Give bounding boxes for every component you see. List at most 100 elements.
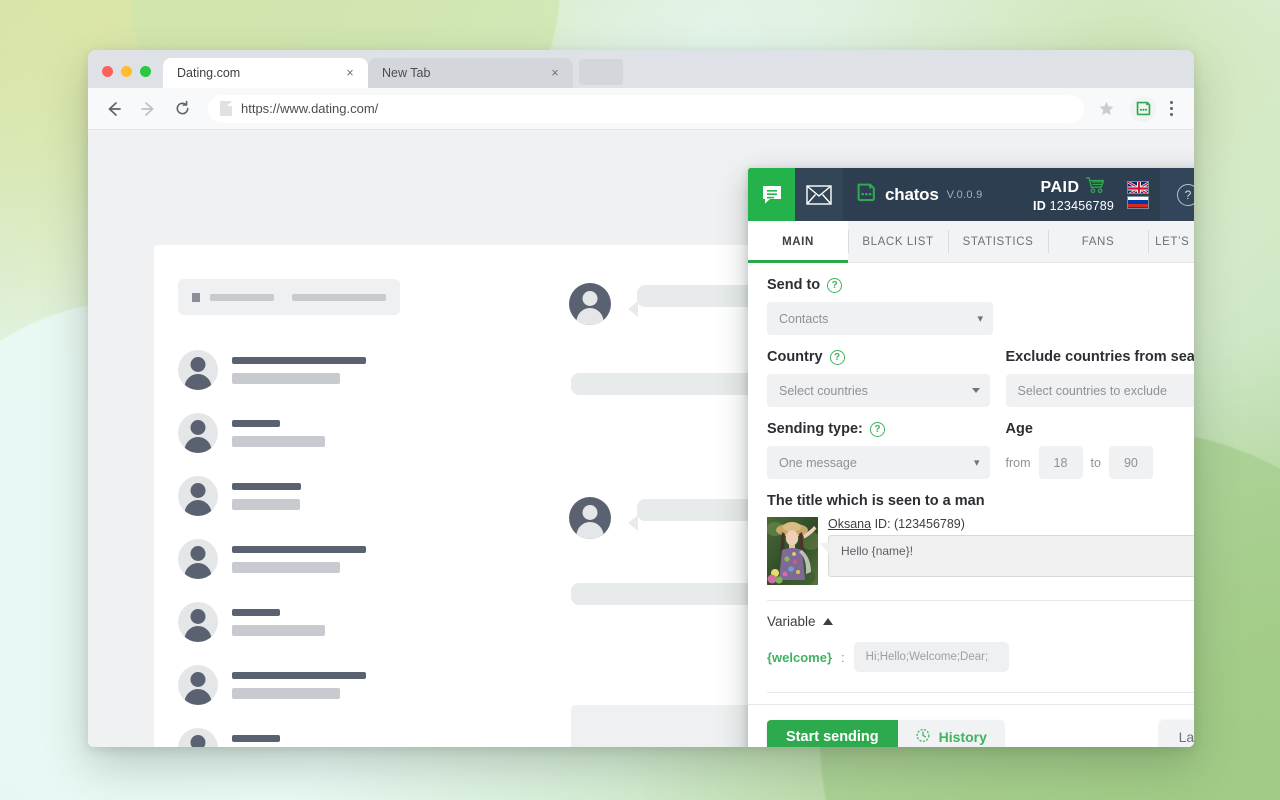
browser-tab-strip: Dating.com × New Tab ×	[88, 50, 1194, 88]
maximize-window-button[interactable]	[140, 66, 151, 77]
help-icon[interactable]: ?	[869, 421, 885, 437]
lady-button[interactable]: Lady	[1159, 720, 1194, 747]
sending-type-label-text: Sending type:	[767, 421, 863, 437]
list-item[interactable]	[178, 476, 301, 516]
reload-button[interactable]	[168, 95, 196, 123]
divider	[767, 600, 1194, 601]
triangle-up-icon	[822, 618, 833, 625]
chat-bubble-outgoing	[571, 373, 780, 439]
list-item[interactable]	[178, 539, 366, 579]
help-icon[interactable]: ?	[1177, 183, 1194, 206]
chatos-extension-panel: chatos V.0.0.9 PAID ID 123456789 ? MAIN …	[748, 168, 1194, 747]
list-item[interactable]	[178, 350, 366, 390]
back-button[interactable]	[100, 95, 128, 123]
chatos-extension-icon[interactable]	[1130, 95, 1156, 122]
chevron-down-icon: ▾	[977, 313, 983, 325]
shopping-cart-icon[interactable]	[1085, 176, 1107, 199]
avatar	[178, 665, 218, 705]
profile-name-link[interactable]: Oksana	[828, 517, 871, 531]
panel-tabs: MAIN BLACK LIST STATISTICS FANS LET’S MI…	[748, 221, 1194, 263]
sending-type-label: Sending type: ?	[767, 421, 990, 437]
title-section-label: The title which is seen to a man	[767, 493, 985, 509]
address-bar[interactable]: https://www.dating.com/	[208, 94, 1084, 123]
exclude-countries-select[interactable]: Select countries to exclude	[1005, 374, 1194, 407]
country-label: Country ?	[767, 349, 990, 365]
browser-menu-icon[interactable]	[1160, 101, 1182, 116]
language-switcher[interactable]	[1118, 168, 1160, 221]
country-group: Country ? Select countries	[767, 349, 990, 407]
tab-statistics[interactable]: STATISTICS	[948, 221, 1048, 262]
variable-label: Variable	[767, 614, 816, 629]
browser-tab-label: New Tab	[382, 66, 431, 80]
chat-bubble-icon[interactable]	[748, 168, 795, 221]
list-item[interactable]	[178, 728, 297, 747]
brand-version: V.0.0.9	[946, 188, 983, 201]
age-from-input[interactable]: 18	[1038, 446, 1083, 479]
country-select[interactable]: Select countries	[767, 374, 990, 407]
chatos-logo-icon	[856, 182, 877, 208]
browser-tab-dating[interactable]: Dating.com ×	[163, 58, 368, 88]
avatar	[178, 413, 218, 453]
avatar	[569, 497, 611, 539]
variable-value-input[interactable]: Hi;Hello;Welcome;Dear;	[853, 642, 1009, 672]
paid-status[interactable]: PAID ID 123456789	[1033, 168, 1118, 221]
help-icon[interactable]: ?	[829, 349, 845, 365]
minimize-window-button[interactable]	[121, 66, 132, 77]
tab-fans[interactable]: FANS	[1048, 221, 1148, 262]
close-window-button[interactable]	[102, 66, 113, 77]
chevron-down-icon: ▾	[973, 457, 980, 469]
history-button[interactable]: History	[897, 720, 1004, 747]
tab-black-list[interactable]: BLACK LIST	[848, 221, 948, 262]
age-label: Age	[1005, 421, 1033, 437]
avatar	[178, 350, 218, 390]
tab-main[interactable]: MAIN	[748, 221, 848, 263]
forward-button[interactable]	[134, 95, 162, 123]
skeleton-search-bar[interactable]	[178, 279, 400, 315]
browser-tab-newtab[interactable]: New Tab ×	[368, 58, 573, 88]
send-to-select[interactable]: Contacts ▾	[767, 302, 993, 335]
browser-tab-label: Dating.com	[177, 66, 241, 80]
history-button-label: History	[938, 728, 987, 745]
country-label-text: Country	[767, 349, 823, 365]
age-to-label: to	[1090, 455, 1101, 470]
help-icon[interactable]: ?	[827, 277, 843, 293]
start-sending-button[interactable]: Start sending	[767, 720, 898, 747]
sending-type-value: One message	[779, 455, 857, 470]
bookmark-star-icon[interactable]	[1092, 95, 1120, 123]
message-textarea[interactable]: Hello {name}!	[819, 535, 1194, 577]
variable-separator: :	[841, 649, 845, 665]
panel-header: chatos V.0.0.9 PAID ID 123456789 ?	[748, 168, 1194, 221]
window-controls	[88, 66, 163, 88]
avatar	[178, 602, 218, 642]
toolbar-right-actions	[1092, 95, 1182, 123]
uk-flag-icon[interactable]	[1127, 180, 1149, 194]
lady-photo-avatar[interactable]	[767, 517, 818, 585]
age-group: Age from 18 to 90	[1006, 421, 1195, 479]
age-to-input[interactable]: 90	[1108, 446, 1153, 479]
divider	[767, 692, 1194, 693]
id-prefix: ID	[1033, 199, 1046, 213]
panel-brand: chatos V.0.0.9	[843, 168, 1033, 221]
skeleton-bar	[210, 293, 275, 301]
sending-type-select[interactable]: One message ▾	[767, 446, 990, 479]
caret-down-icon	[971, 388, 980, 393]
list-item[interactable]	[178, 413, 325, 453]
skeleton-bar	[292, 293, 386, 301]
new-tab-button[interactable]	[579, 59, 623, 85]
browser-toolbar: https://www.dating.com/	[88, 88, 1194, 130]
russia-flag-icon[interactable]	[1127, 195, 1149, 209]
avatar	[178, 476, 218, 516]
exclude-countries-group: Exclude countries from search Select cou…	[1005, 349, 1194, 407]
clock-icon	[915, 727, 931, 746]
tab-lets-mingle[interactable]: LET’S MINGLE	[1148, 221, 1194, 262]
panel-footer: Start sending History Lady	[748, 704, 1194, 747]
close-tab-icon[interactable]: ×	[547, 65, 563, 81]
envelope-icon[interactable]	[795, 168, 843, 221]
list-item[interactable]	[178, 602, 325, 642]
message-input-skeleton[interactable]	[571, 705, 751, 747]
send-to-label: Send to ?	[767, 277, 1194, 293]
variable-key: {welcome}	[767, 649, 833, 665]
close-tab-icon[interactable]: ×	[342, 65, 358, 81]
list-item[interactable]	[178, 665, 366, 705]
variable-section-toggle[interactable]: Variable	[767, 614, 1194, 629]
